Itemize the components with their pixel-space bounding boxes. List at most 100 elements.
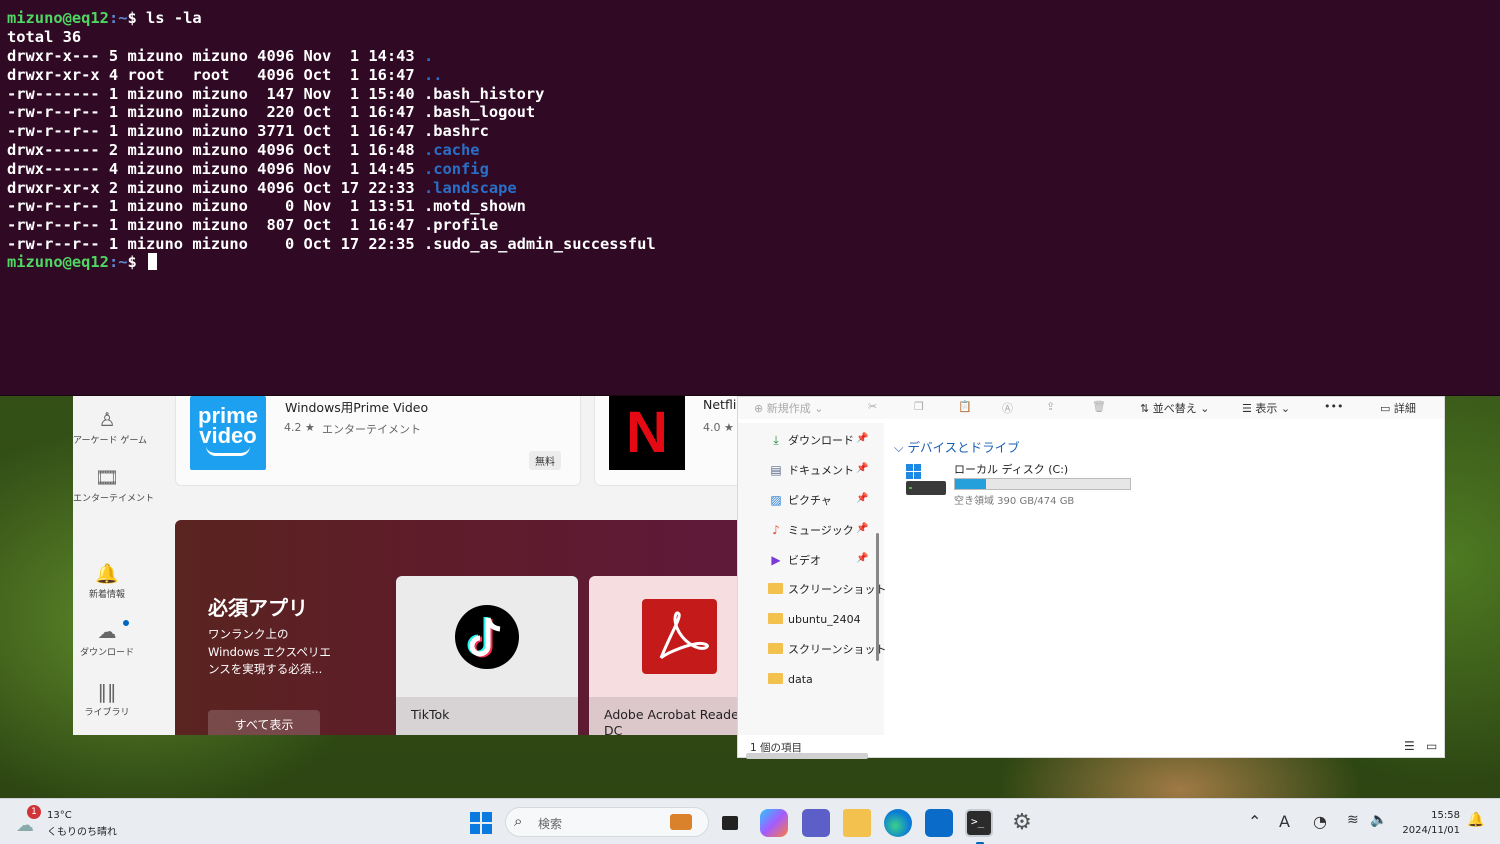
details-pane-icon: ▭ [1380, 402, 1394, 415]
cloud-sun-icon: ☁ [16, 815, 34, 836]
entry-name: .config [423, 159, 489, 178]
nav-item[interactable]: ▤ ドキュメント [768, 461, 854, 479]
nav-item[interactable]: data [768, 671, 813, 689]
weather-description: くもりのち晴れ [47, 827, 117, 838]
price-badge[interactable]: 無料 [529, 451, 561, 470]
sort-button[interactable]: ⇅ 並べ替え ⌄ [1140, 400, 1209, 416]
task-view-button[interactable] [717, 809, 745, 837]
settings-gear-icon[interactable]: ⚙ [1008, 809, 1036, 837]
app-tile-tiktok[interactable]: TikTok [396, 576, 578, 735]
prompt-user: mizuno@eq12 [7, 253, 109, 271]
see-all-button[interactable]: すべて表示 [208, 710, 320, 735]
volume-icon[interactable]: 🔈 [1370, 812, 1387, 828]
nav-scrollbar[interactable] [876, 533, 879, 661]
banner-title: 必須アプリ [208, 596, 308, 620]
nav-item-label: data [788, 673, 813, 686]
banner-description: ワンランク上の Windows エクスペリエンスを実現する必須... [208, 627, 331, 676]
terminal-window[interactable]: mizuno@eq12:~$ ls -la total 36 drwxr-x--… [0, 0, 1500, 396]
app-tile-adobe-acrobat[interactable]: Adobe Acrobat Reader DC [589, 576, 737, 735]
wifi-icon[interactable]: ≋ [1347, 812, 1359, 828]
folder-icon [768, 583, 783, 594]
pin-icon: 📌 [856, 523, 869, 534]
store-nav-downloads[interactable]: ☁ ダウンロード [73, 620, 141, 660]
nav-item-label: ダウンロード [788, 434, 854, 447]
share-icon[interactable]: ⇪ [1046, 400, 1055, 413]
devices-section-header[interactable]: ⌵ デバイスとドライブ [894, 437, 1020, 456]
app-tile-name: TikTok [396, 697, 578, 735]
microsoft-store-window[interactable]: ♙ アーケード ゲーム 🎞 エンターテイメント 🔔 新着情報 ☁ ダウンロード ‖‖ ライ… [73, 396, 737, 735]
tile-view-icon[interactable]: ▭ [1426, 739, 1437, 753]
music-icon: ♪ [772, 523, 780, 537]
windows-logo-icon [470, 812, 492, 834]
terminal-prompt-line[interactable]: mizuno@eq12:~$ [7, 253, 158, 272]
cut-icon[interactable]: ✂ [868, 400, 877, 413]
terminal-cursor [148, 253, 158, 270]
film-icon: 🎞 [94, 467, 120, 489]
store-nav-arcade[interactable]: ♙ アーケード ゲーム [73, 408, 148, 448]
ime-indicator[interactable]: A [1279, 812, 1290, 831]
prompt-symbol: $ [127, 253, 147, 271]
focus-icon[interactable]: ◔ [1313, 812, 1327, 831]
edge-icon[interactable] [884, 809, 912, 837]
netflix-logo: N [609, 396, 685, 470]
list-view-icon[interactable]: ☰ [1404, 739, 1415, 753]
teams-icon[interactable] [802, 809, 830, 837]
clock-time: 15:58 [1431, 810, 1460, 821]
entry-name: .bash_history [423, 84, 545, 103]
drive-name[interactable]: ローカル ディスク (C:) [954, 461, 1068, 477]
nav-item[interactable]: ♪ ミュージック [768, 521, 854, 539]
clock[interactable]: 15:58 2024/11/01 [1402, 808, 1460, 838]
nav-item[interactable]: スクリーンショット [768, 581, 886, 599]
app-title: Windows用Prime Video [285, 400, 429, 415]
pin-icon: 📌 [856, 433, 869, 444]
store-nav-whats-new[interactable]: 🔔 新着情報 [73, 562, 141, 602]
terminal-entry-row: -rw-r--r-- 1 mizuno mizuno 0 Oct 17 22:3… [7, 235, 656, 254]
entry-info: drwx------ 2 mizuno mizuno 4096 Oct 1 16… [7, 141, 424, 159]
section-label: デバイスとドライブ [907, 440, 1020, 455]
terminal-icon[interactable]: >_ [965, 809, 993, 837]
chevron-up-icon[interactable]: ⌃ [1248, 812, 1261, 831]
nav-item[interactable]: ubuntu_2404 [768, 611, 861, 629]
folder-icon [768, 613, 783, 624]
delete-icon[interactable]: 🗑 [1092, 400, 1106, 413]
new-button[interactable]: ⊕ 新規作成 ⌄ [754, 400, 823, 416]
terminal-entry-row: drwxr-xr-x 4 root root 4096 Oct 1 16:47 … [7, 66, 443, 85]
drive-icon[interactable] [906, 463, 946, 497]
more-options-button[interactable]: ••• [1324, 400, 1343, 413]
app-rating: 4.0 ★ [703, 421, 734, 434]
copilot-icon[interactable] [760, 809, 788, 837]
command-text: ls -la [146, 9, 202, 27]
notification-bell-icon[interactable]: 🔔 [1467, 812, 1484, 828]
store-nav-library[interactable]: ‖‖ ライブラリ [73, 680, 141, 720]
chevron-down-icon: ⌵ [894, 440, 908, 455]
essential-apps-banner: 必須アプリ ワンランク上の Windows エクスペリエンスを実現する必須...… [175, 520, 737, 735]
search-box[interactable]: ⌕ 検索 [505, 807, 709, 837]
entry-name: .bashrc [423, 122, 489, 141]
tiktok-icon [455, 605, 519, 669]
nav-label: アーケード ゲーム [73, 436, 148, 446]
store-icon[interactable] [925, 809, 953, 837]
start-button[interactable] [467, 809, 495, 837]
store-nav-entertainment[interactable]: 🎞 エンターテイメント [73, 466, 154, 506]
details-button[interactable]: ▭ 詳細 [1380, 400, 1416, 416]
rename-icon[interactable]: Ⓐ [1002, 400, 1013, 416]
picture-icon: ▨ [770, 493, 782, 507]
terminal-entry-row: -rw------- 1 mizuno mizuno 147 Nov 1 15:… [7, 85, 544, 104]
download-icon: ⤓ [773, 433, 779, 447]
prompt-user: mizuno@eq12 [7, 9, 109, 27]
nav-item[interactable]: ▶ ビデオ [768, 551, 821, 569]
nav-item[interactable]: スクリーンショット [768, 641, 886, 659]
copy-icon[interactable]: ❐ [914, 400, 924, 413]
prompt-path: :~ [108, 9, 128, 27]
folder-icon [768, 643, 783, 654]
file-explorer-window[interactable]: ⊕ 新規作成 ⌄ ✂ ❐ 📋 Ⓐ ⇪ 🗑 ⇅ 並べ替え ⌄ ☰ 表示 ⌄ •••… [737, 396, 1445, 759]
toolbar-label: 新規作成 [766, 402, 811, 415]
view-button[interactable]: ☰ 表示 ⌄ [1242, 400, 1290, 416]
entry-name: . [423, 47, 434, 65]
file-explorer-icon[interactable] [843, 809, 871, 837]
paste-icon[interactable]: 📋 [958, 400, 972, 413]
task-view-icon [722, 816, 738, 830]
nav-item[interactable]: ⤓ ダウンロード [768, 431, 854, 449]
terminal-entry-row: drwxr-x--- 5 mizuno mizuno 4096 Nov 1 14… [7, 47, 433, 66]
nav-item[interactable]: ▨ ピクチャ [768, 491, 832, 509]
